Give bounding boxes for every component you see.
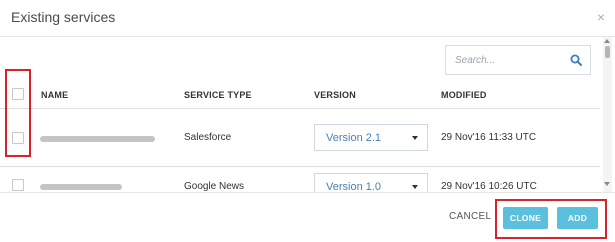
version-select[interactable]: Version 1.0 — [314, 173, 428, 192]
dialog-header: Existing services × — [0, 0, 615, 37]
scrollbar-thumb[interactable] — [605, 46, 610, 58]
dialog-title: Existing services — [11, 9, 116, 25]
chevron-down-icon — [412, 136, 418, 140]
service-type-cell: Salesforce — [184, 132, 232, 143]
service-type-cell: Google News — [184, 181, 245, 192]
action-buttons-highlight — [495, 199, 607, 239]
version-select-value: Version 2.1 — [326, 132, 382, 144]
cancel-button[interactable]: CANCEL — [449, 211, 491, 222]
row-checkbox[interactable] — [12, 179, 24, 191]
existing-services-dialog: Existing services × NAME SERVICE TYPE VE… — [0, 0, 615, 242]
scroll-up-icon[interactable] — [604, 39, 610, 43]
redacted-service-name — [40, 136, 155, 142]
column-header-service-type[interactable]: SERVICE TYPE — [184, 90, 252, 100]
column-header-name[interactable]: NAME — [41, 90, 68, 100]
version-select-value: Version 1.0 — [326, 181, 382, 192]
column-header-modified[interactable]: MODIFIED — [441, 90, 487, 100]
redacted-service-name — [40, 184, 122, 190]
version-select[interactable]: Version 2.1 — [314, 124, 428, 151]
search-box — [445, 45, 591, 75]
table-row[interactable]: Google News Version 1.0 29 Nov'16 10:26 … — [0, 168, 600, 192]
chevron-down-icon — [412, 185, 418, 189]
close-icon[interactable]: × — [597, 9, 605, 25]
search-icon[interactable] — [570, 54, 582, 66]
column-header-version[interactable]: VERSION — [314, 90, 356, 100]
dialog-body: NAME SERVICE TYPE VERSION MODIFIED Sales… — [0, 37, 615, 192]
table-header: NAME SERVICE TYPE VERSION MODIFIED — [0, 79, 600, 109]
modified-cell: 29 Nov'16 11:33 UTC — [441, 132, 537, 143]
vertical-scrollbar[interactable] — [603, 37, 612, 192]
scroll-down-icon[interactable] — [604, 182, 610, 186]
modified-cell: 29 Nov'16 10:26 UTC — [441, 181, 537, 192]
table-row[interactable]: Salesforce Version 2.1 29 Nov'16 11:33 U… — [0, 109, 600, 167]
checkbox-column-highlight — [5, 69, 31, 157]
search-input[interactable] — [446, 46, 566, 74]
